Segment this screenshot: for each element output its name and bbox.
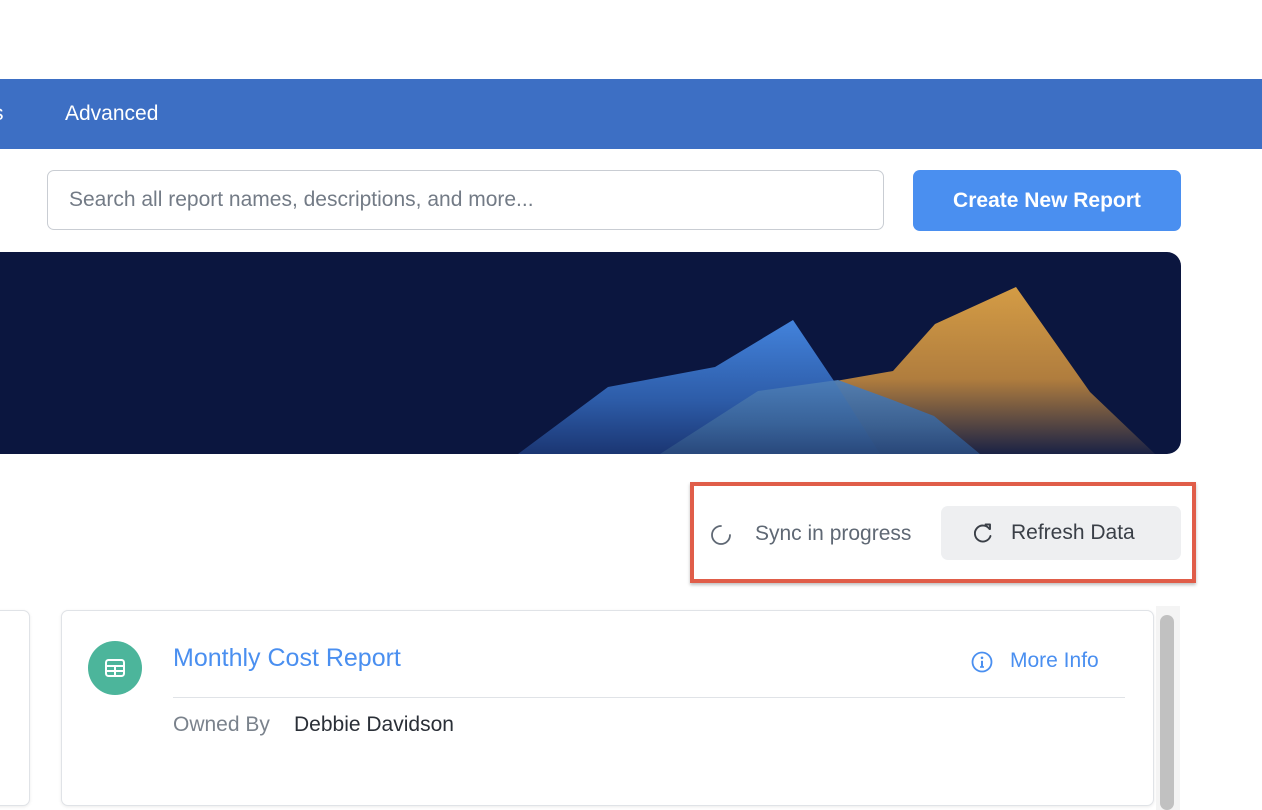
- more-info-label: More Info: [1010, 649, 1099, 672]
- card-divider: [173, 697, 1125, 698]
- report-card[interactable]: [61, 610, 1154, 806]
- refresh-icon: [973, 523, 992, 543]
- hero-banner: [0, 252, 1181, 454]
- table-icon: [105, 659, 125, 677]
- report-title-link[interactable]: Monthly Cost Report: [173, 644, 401, 673]
- search-input[interactable]: [47, 170, 884, 230]
- hero-mountain-illustration: [518, 287, 1155, 454]
- report-type-badge: [88, 641, 142, 695]
- info-circle-icon: [971, 651, 993, 673]
- top-nav-bar: s Advanced: [0, 79, 1262, 149]
- report-card-partial[interactable]: [0, 610, 30, 806]
- nav-item-advanced[interactable]: Advanced: [65, 79, 158, 149]
- refresh-data-button[interactable]: Refresh Data: [941, 506, 1181, 560]
- refresh-data-label: Refresh Data: [1011, 521, 1135, 544]
- nav-item-truncated[interactable]: s: [0, 79, 4, 149]
- scrollbar-thumb[interactable]: [1160, 615, 1174, 810]
- loading-spinner-icon: [711, 525, 731, 545]
- page: s Advanced Create New Report: [0, 0, 1262, 810]
- sync-status-text: Sync in progress: [755, 522, 912, 545]
- create-new-report-button[interactable]: Create New Report: [913, 170, 1181, 231]
- owner-name: Debbie Davidson: [294, 713, 454, 736]
- owned-by-label: Owned By: [173, 713, 270, 736]
